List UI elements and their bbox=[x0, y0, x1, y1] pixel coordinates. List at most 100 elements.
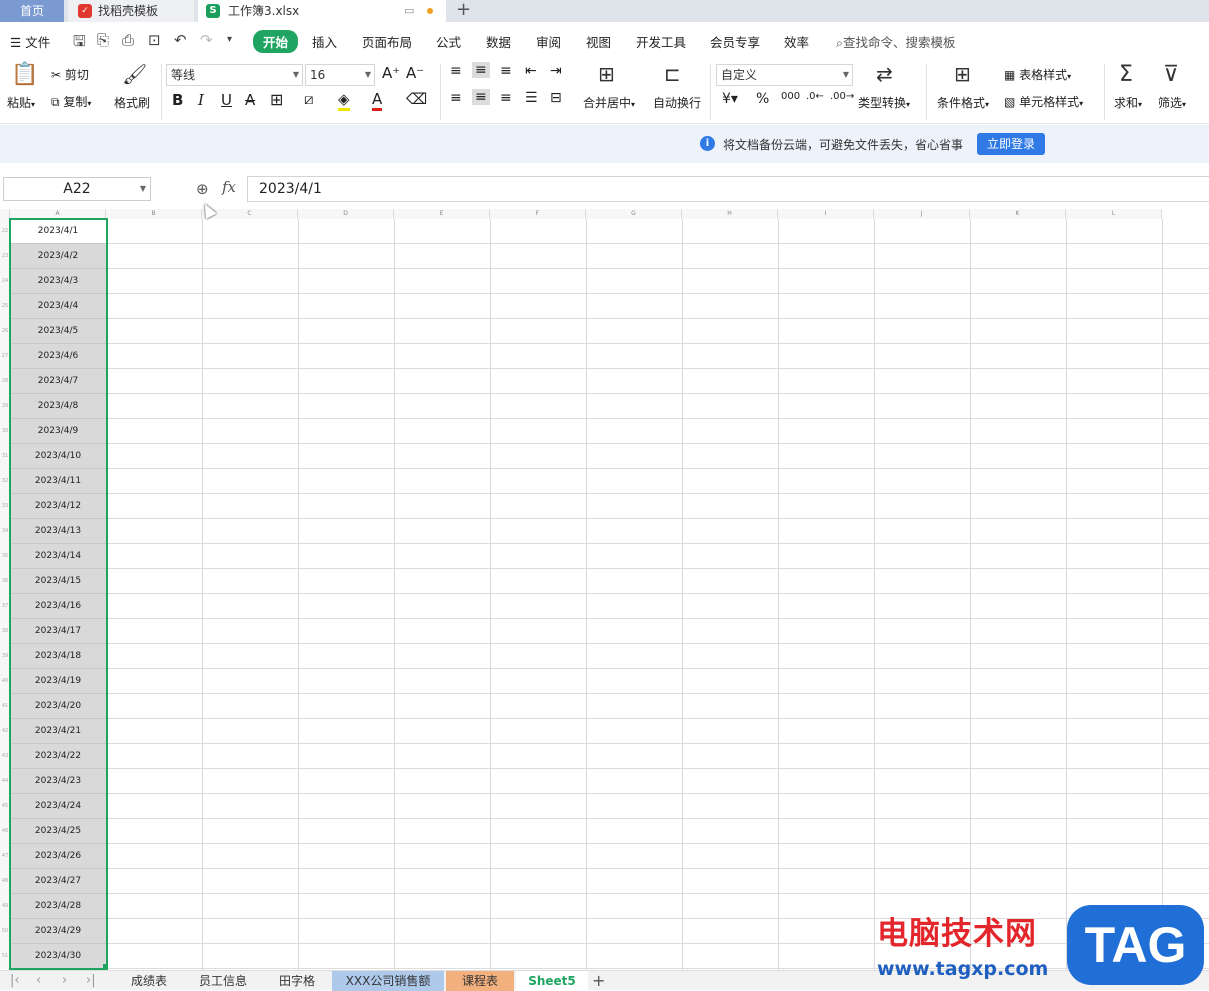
fx-icon[interactable]: fx bbox=[222, 178, 236, 196]
align-left-icon[interactable]: ≡ bbox=[450, 90, 462, 106]
new-tab-button[interactable]: + bbox=[456, 0, 471, 22]
menu-formula[interactable]: 公式 bbox=[436, 32, 461, 51]
fill-pattern-icon[interactable]: ⧄ bbox=[304, 90, 314, 108]
font-color-icon[interactable]: A bbox=[372, 90, 383, 111]
font-name-select[interactable]: 等线 ▼ bbox=[166, 64, 303, 86]
increase-indent-icon[interactable]: ⇥ bbox=[550, 63, 562, 79]
menu-review[interactable]: 审阅 bbox=[536, 32, 561, 51]
spreadsheet-grid[interactable]: A B C D E F G H I J K L 22 2023/4/1 23 2023/4/2 24 2023/4… bbox=[0, 209, 1209, 970]
menu-developer[interactable]: 开发工具 bbox=[636, 32, 686, 51]
underline-icon[interactable]: U bbox=[221, 91, 232, 109]
percent-icon[interactable]: % bbox=[756, 91, 769, 107]
wrap-text-button[interactable]: 自动换行 bbox=[653, 94, 701, 111]
last-sheet-icon[interactable]: ›| bbox=[86, 973, 96, 988]
menu-insert[interactable]: 插入 bbox=[312, 32, 337, 51]
tab-template[interactable]: ✓ 找稻壳模板 bbox=[68, 0, 194, 22]
menu-page-layout[interactable]: 页面布局 bbox=[362, 32, 412, 51]
align-center-icon[interactable]: ≡ bbox=[472, 89, 490, 105]
fill-color-icon[interactable]: ◈ bbox=[338, 90, 350, 111]
sheet-tab-sheet5[interactable]: Sheet5 bbox=[516, 971, 588, 991]
sheet-tab-schedule[interactable]: 课程表 bbox=[446, 971, 514, 991]
undo-icon[interactable]: ↶ bbox=[174, 31, 187, 49]
currency-icon[interactable]: ¥▾ bbox=[722, 91, 738, 107]
sum-icon[interactable]: Σ bbox=[1119, 62, 1133, 87]
distribute-icon[interactable]: ⊟ bbox=[550, 90, 562, 106]
number-format-select[interactable]: 自定义 ▼ bbox=[716, 64, 853, 86]
column-header[interactable]: G bbox=[586, 209, 682, 219]
column-header[interactable]: K bbox=[970, 209, 1066, 219]
increase-font-icon[interactable]: A⁺ bbox=[382, 64, 400, 82]
menu-data[interactable]: 数据 bbox=[486, 32, 511, 51]
thousands-separator-icon[interactable]: 000 bbox=[781, 91, 800, 102]
copy-button[interactable]: ⧉ 复制▾ bbox=[51, 93, 91, 110]
paste-icon[interactable]: 📋 bbox=[11, 62, 38, 87]
border-icon[interactable]: ⊞ bbox=[270, 90, 283, 109]
sum-button[interactable]: 求和▾ bbox=[1114, 94, 1142, 111]
column-header[interactable]: C bbox=[202, 209, 298, 219]
eraser-icon[interactable]: ⌫ bbox=[406, 90, 427, 108]
monitor-icon[interactable]: ▭ bbox=[404, 0, 414, 22]
sheet-tab-employees[interactable]: 员工信息 bbox=[184, 971, 262, 991]
type-convert-button[interactable]: 类型转换▾ bbox=[858, 94, 910, 111]
align-right-icon[interactable]: ≡ bbox=[500, 90, 512, 106]
menu-start[interactable]: 开始 bbox=[253, 30, 299, 53]
column-header[interactable]: L bbox=[1066, 209, 1162, 219]
cut-button[interactable]: ✂ 剪切 bbox=[51, 66, 89, 83]
menu-view[interactable]: 视图 bbox=[586, 32, 611, 51]
name-box[interactable]: A22 ▼ bbox=[3, 177, 151, 201]
add-sheet-button[interactable]: + bbox=[592, 971, 605, 991]
tab-document[interactable]: S 工作簿3.xlsx ▭ bbox=[198, 0, 446, 22]
bold-icon[interactable]: B bbox=[172, 91, 183, 109]
first-sheet-icon[interactable]: |‹ bbox=[10, 973, 20, 988]
filter-icon[interactable]: ⊽ bbox=[1163, 62, 1179, 87]
font-size-select[interactable]: 16 ▼ bbox=[305, 64, 375, 86]
sheet-tab-grid-paper[interactable]: 田字格 bbox=[264, 971, 330, 991]
column-header[interactable]: H bbox=[682, 209, 778, 219]
cell-style-button[interactable]: ▧ 单元格样式▾ bbox=[1004, 93, 1083, 110]
conditional-format-icon[interactable]: ⊞ bbox=[954, 62, 971, 86]
justify-icon[interactable]: ☰ bbox=[525, 90, 538, 106]
export-icon[interactable]: ⎘ bbox=[97, 31, 109, 49]
filter-button[interactable]: 筛选▾ bbox=[1158, 94, 1186, 111]
quick-access-dropdown-icon[interactable]: ▾ bbox=[227, 34, 232, 45]
next-sheet-icon[interactable]: › bbox=[62, 973, 67, 988]
column-header[interactable]: D bbox=[298, 209, 394, 219]
login-button[interactable]: 立即登录 bbox=[977, 133, 1045, 155]
decrease-indent-icon[interactable]: ⇤ bbox=[525, 63, 537, 79]
paste-button[interactable]: 粘贴▾ bbox=[7, 94, 35, 111]
format-painter-icon[interactable]: 🖌 bbox=[122, 62, 147, 86]
decrease-font-icon[interactable]: A⁻ bbox=[406, 64, 424, 82]
column-header[interactable]: B bbox=[106, 209, 202, 219]
merge-center-icon[interactable]: ⊞ bbox=[598, 62, 615, 86]
prev-sheet-icon[interactable]: ‹ bbox=[36, 973, 41, 988]
menu-member[interactable]: 会员专享 bbox=[710, 32, 760, 51]
column-header[interactable]: E bbox=[394, 209, 490, 219]
command-search[interactable]: ⌕查找命令、搜索模板 bbox=[836, 32, 956, 51]
align-bottom-icon[interactable]: ≡ bbox=[500, 63, 512, 79]
increase-decimal-icon[interactable]: .0← bbox=[806, 91, 824, 102]
decrease-decimal-icon[interactable]: .00→ bbox=[830, 91, 854, 102]
column-header[interactable]: F bbox=[490, 209, 586, 219]
wrap-text-icon[interactable]: ⊏ bbox=[664, 62, 681, 86]
menu-efficiency[interactable]: 效率 bbox=[784, 32, 809, 51]
sheet-tab-scores[interactable]: 成绩表 bbox=[116, 971, 182, 991]
save-icon[interactable]: 🖫 bbox=[73, 31, 86, 56]
italic-icon[interactable]: I bbox=[198, 91, 204, 109]
print-preview-icon[interactable]: ⊡ bbox=[148, 31, 161, 49]
table-style-button[interactable]: ▦ 表格样式▾ bbox=[1004, 66, 1071, 83]
conditional-format-button[interactable]: 条件格式▾ bbox=[937, 94, 989, 111]
align-middle-icon[interactable]: ≡ bbox=[472, 62, 490, 78]
align-top-icon[interactable]: ≡ bbox=[450, 63, 462, 79]
strikethrough-icon[interactable]: A bbox=[245, 91, 255, 109]
merge-center-button[interactable]: 合并居中▾ bbox=[583, 94, 635, 111]
column-header[interactable]: I bbox=[778, 209, 874, 219]
formula-input[interactable]: 2023/4/1 bbox=[247, 176, 1209, 202]
fill-handle[interactable] bbox=[103, 964, 108, 969]
file-menu[interactable]: ☰ 文件 bbox=[10, 32, 50, 51]
redo-icon[interactable]: ↷ bbox=[200, 31, 213, 49]
zoom-icon[interactable]: ⊕ bbox=[196, 180, 209, 198]
format-painter-button[interactable]: 格式刷 bbox=[114, 94, 150, 111]
print-icon[interactable]: ⎙ bbox=[122, 31, 134, 49]
tab-home[interactable]: 首页 bbox=[0, 0, 64, 22]
column-header[interactable]: J bbox=[874, 209, 970, 219]
